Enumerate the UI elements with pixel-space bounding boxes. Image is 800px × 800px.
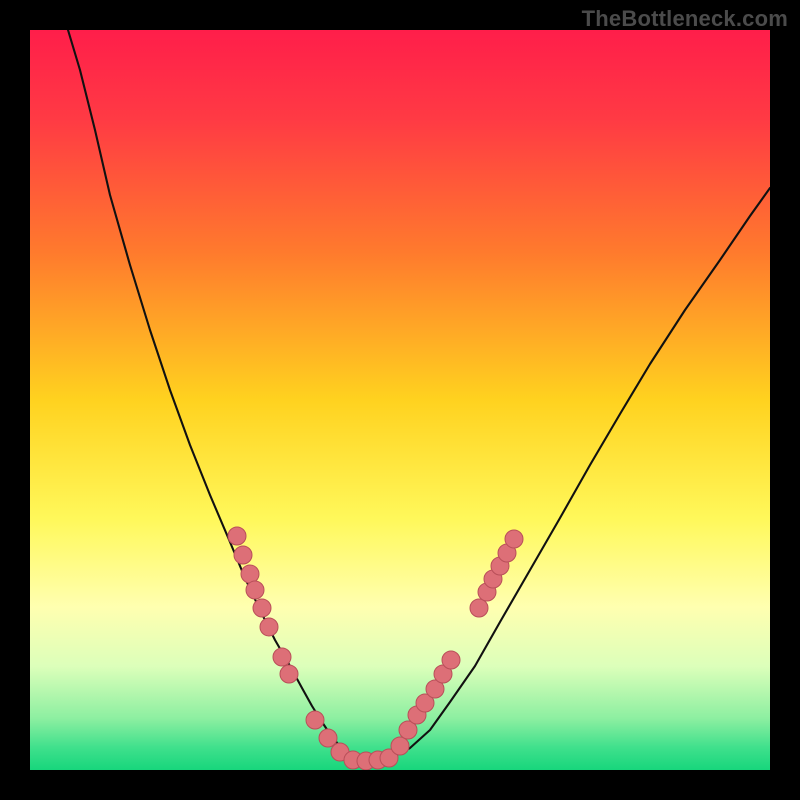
marker-dot: [442, 651, 460, 669]
chart-background: [30, 30, 770, 770]
marker-dot: [241, 565, 259, 583]
chart-frame: TheBottleneck.com: [0, 0, 800, 800]
chart-svg: [30, 30, 770, 770]
marker-dot: [319, 729, 337, 747]
marker-dot: [228, 527, 246, 545]
watermark-text: TheBottleneck.com: [582, 6, 788, 32]
marker-dot: [306, 711, 324, 729]
marker-dot: [253, 599, 271, 617]
marker-dot: [273, 648, 291, 666]
marker-dot: [260, 618, 278, 636]
marker-dot: [391, 737, 409, 755]
marker-dot: [470, 599, 488, 617]
marker-dot: [280, 665, 298, 683]
marker-dot: [505, 530, 523, 548]
marker-dot: [234, 546, 252, 564]
chart-plot-area: [30, 30, 770, 770]
marker-dot: [246, 581, 264, 599]
